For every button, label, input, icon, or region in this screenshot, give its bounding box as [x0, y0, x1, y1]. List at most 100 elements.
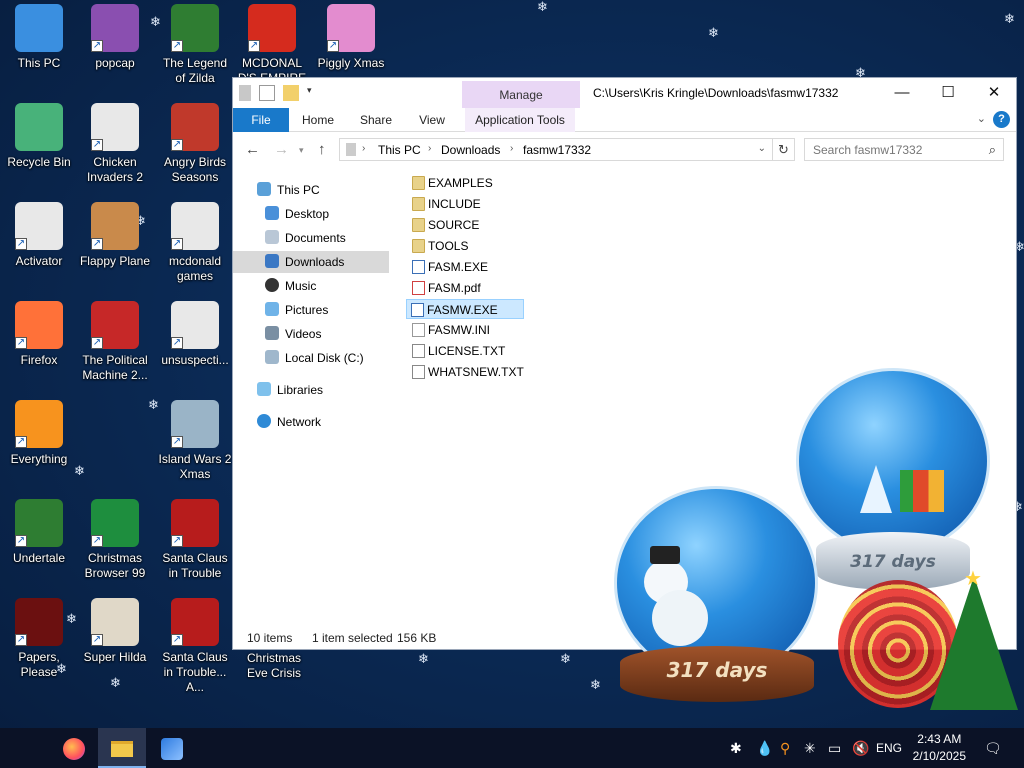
taskbar-firefox[interactable]	[50, 728, 98, 768]
desktop-icon-santa[interactable]: ↗ Santa Claus in Trouble... A...	[157, 598, 233, 695]
snowflake-icon: ❄	[560, 651, 571, 666]
expand-ribbon-icon[interactable]: ⌄	[977, 112, 986, 125]
nav-label: Pictures	[285, 303, 329, 317]
refresh-icon[interactable]: ↻	[773, 138, 795, 161]
desktop-icon-recycle-bin[interactable]: Recycle Bin	[1, 103, 77, 170]
tab-share[interactable]: Share	[351, 108, 401, 132]
chevron-down-icon[interactable]: ▾	[307, 85, 315, 101]
folder-doc-icon: ↗	[171, 202, 219, 250]
close-button[interactable]: ✕	[971, 78, 1017, 108]
file-row[interactable]: EXAMPLES	[408, 173, 493, 193]
desktop-icon-folder-doc[interactable]: ↗ mcdonald games	[157, 202, 233, 284]
nav-item-libraries[interactable]: Libraries	[257, 379, 323, 401]
everything-search-icon[interactable]: ⚲	[780, 740, 790, 757]
desktop-icon-political-machine[interactable]: ↗ The Political Machine 2...	[77, 301, 153, 383]
tray-icon[interactable]: ✱	[730, 740, 742, 757]
nav-item-desktop[interactable]: Desktop	[265, 203, 329, 225]
desktop-icon-santa[interactable]: ↗ Santa Claus in Trouble	[157, 499, 233, 581]
tab-application-tools[interactable]: Application Tools	[465, 108, 575, 132]
desktop-icon-document[interactable]: ↗ unsuspecti...	[157, 301, 233, 368]
notifications-icon[interactable]: 🗨	[984, 740, 1002, 757]
folder-icon	[412, 239, 425, 253]
nav-item-music[interactable]: Music	[265, 275, 316, 297]
new-folder-icon[interactable]	[283, 85, 299, 101]
file-row[interactable]: FASMW.EXE	[406, 299, 524, 319]
file-row[interactable]: FASM.EXE	[408, 257, 488, 277]
manage-tab[interactable]: Manage	[462, 81, 580, 108]
taskbar-app[interactable]	[148, 728, 196, 768]
tab-view[interactable]: View	[407, 108, 457, 132]
exe-file-icon	[412, 260, 425, 274]
file-row[interactable]: FASM.pdf	[408, 278, 481, 298]
nav-item-videos[interactable]: Videos	[265, 323, 321, 345]
nav-item-this-pc[interactable]: This PC	[257, 179, 320, 201]
properties-icon[interactable]	[259, 85, 275, 101]
nav-item-documents[interactable]: Documents	[265, 227, 346, 249]
desktop-icon-island-wars[interactable]: ↗ Island Wars 2 Xmas	[157, 400, 233, 482]
desktop-icon-christmas-tree[interactable]: ↗ Christmas Browser 99	[77, 499, 153, 581]
desktop-icon-label: This PC	[17, 56, 61, 70]
clock[interactable]: 2:43 AM 2/10/2025	[913, 731, 966, 765]
snowflake-tray-icon[interactable]: ✳	[804, 740, 816, 757]
desktop-icon-papers-please[interactable]: ↗ Papers, Please	[1, 598, 77, 680]
maximize-button[interactable]: ☐	[925, 78, 971, 108]
forward-icon[interactable]: →	[274, 141, 289, 158]
navigation-bar: ← → ▾ ↑ › This PC › Downloads › fasmw173…	[233, 133, 1016, 167]
desktop-icon-zelda-game[interactable]: ↗ The Legend of Zilda	[157, 4, 233, 86]
breadcrumb-this-pc[interactable]: This PC	[378, 143, 421, 157]
desktop-icon-mcdonalds[interactable]: ↗MCDONAL D'S EMPIRE	[234, 4, 310, 86]
breadcrumb-folder[interactable]: fasmw17332	[523, 143, 591, 157]
tab-home[interactable]: Home	[293, 108, 343, 132]
chevron-down-icon[interactable]: ⌄	[758, 143, 766, 154]
desktop-icon-chicken[interactable]: ↗ Chicken Invaders 2	[77, 103, 153, 185]
star-icon: ★	[964, 568, 982, 590]
title-bar[interactable]: ▾ Manage C:\Users\Kris Kringle\Downloads…	[233, 78, 1016, 108]
desktop-icon-item[interactable]: Christmas Eve Crisis	[236, 651, 312, 681]
desktop-icon-flappy-plane[interactable]: ↗ Flappy Plane	[77, 202, 153, 269]
file-row[interactable]: LICENSE.TXT	[408, 341, 505, 361]
minimize-button[interactable]: —	[879, 78, 925, 108]
desktop-icon-label: Christmas Browser 99	[84, 551, 146, 580]
taskbar-file-explorer[interactable]	[98, 728, 146, 768]
breadcrumb-downloads[interactable]: Downloads	[441, 143, 500, 157]
file-name: FASMW.EXE	[427, 303, 498, 317]
tab-file[interactable]: File	[233, 108, 289, 132]
disk-icon	[265, 350, 279, 364]
desktop-icon-everything-search[interactable]: ↗ Everything	[1, 400, 77, 467]
nav-label: Documents	[285, 231, 346, 245]
desktop-icon-angry-birds[interactable]: ↗ Angry Birds Seasons	[157, 103, 233, 185]
file-row[interactable]: TOOLS	[408, 236, 468, 256]
desktop-icon-popcap[interactable]: ↗ popcap	[77, 4, 153, 71]
up-icon[interactable]: ↑	[318, 141, 326, 158]
desktop-icon-firefox[interactable]: ↗ Firefox	[1, 301, 77, 368]
folder-icon	[412, 176, 425, 190]
nav-item-network[interactable]: Network	[257, 411, 321, 433]
recent-locations-icon[interactable]: ▾	[299, 145, 304, 156]
file-row[interactable]: FASMW.INI	[408, 320, 490, 340]
desktop-icon-piggy[interactable]: ↗ Piggly Xmas	[313, 4, 389, 71]
folder-gray-icon	[346, 143, 356, 156]
desktop-icon-document[interactable]: ↗ Activator	[1, 202, 77, 269]
super-hilda-icon: ↗	[91, 598, 139, 646]
file-row[interactable]: INCLUDE	[408, 194, 481, 214]
file-name: SOURCE	[428, 218, 480, 232]
nav-item-local-disk[interactable]: Local Disk (C:)	[265, 347, 364, 369]
desktop-icon-undertale[interactable]: ↗ Undertale	[1, 499, 77, 566]
language-indicator[interactable]: ENG	[876, 741, 902, 755]
help-icon[interactable]: ?	[993, 111, 1010, 128]
start-button[interactable]	[0, 728, 48, 768]
back-icon[interactable]: ←	[245, 141, 260, 158]
file-row[interactable]: SOURCE	[408, 215, 479, 235]
search-input[interactable]: Search fasmw17332 ⌕	[804, 138, 1004, 161]
address-bar[interactable]: › This PC › Downloads › fasmw17332 ⌄	[339, 138, 773, 161]
water-drop-icon[interactable]: 💧	[756, 740, 773, 757]
desktop-icon-super-hilda[interactable]: ↗ Super Hilda	[77, 598, 153, 665]
computer-icon	[257, 182, 271, 196]
desktop-icon-computer[interactable]: This PC	[1, 4, 77, 71]
file-row[interactable]: WHATSNEW.TXT	[408, 362, 524, 382]
nav-item-downloads[interactable]: Downloads	[233, 251, 389, 273]
network-icon[interactable]: ▭	[828, 740, 841, 757]
volume-muted-icon[interactable]: 🔇	[852, 740, 869, 757]
desktop-icon-label: unsuspecti...	[161, 353, 229, 367]
nav-item-pictures[interactable]: Pictures	[265, 299, 328, 321]
